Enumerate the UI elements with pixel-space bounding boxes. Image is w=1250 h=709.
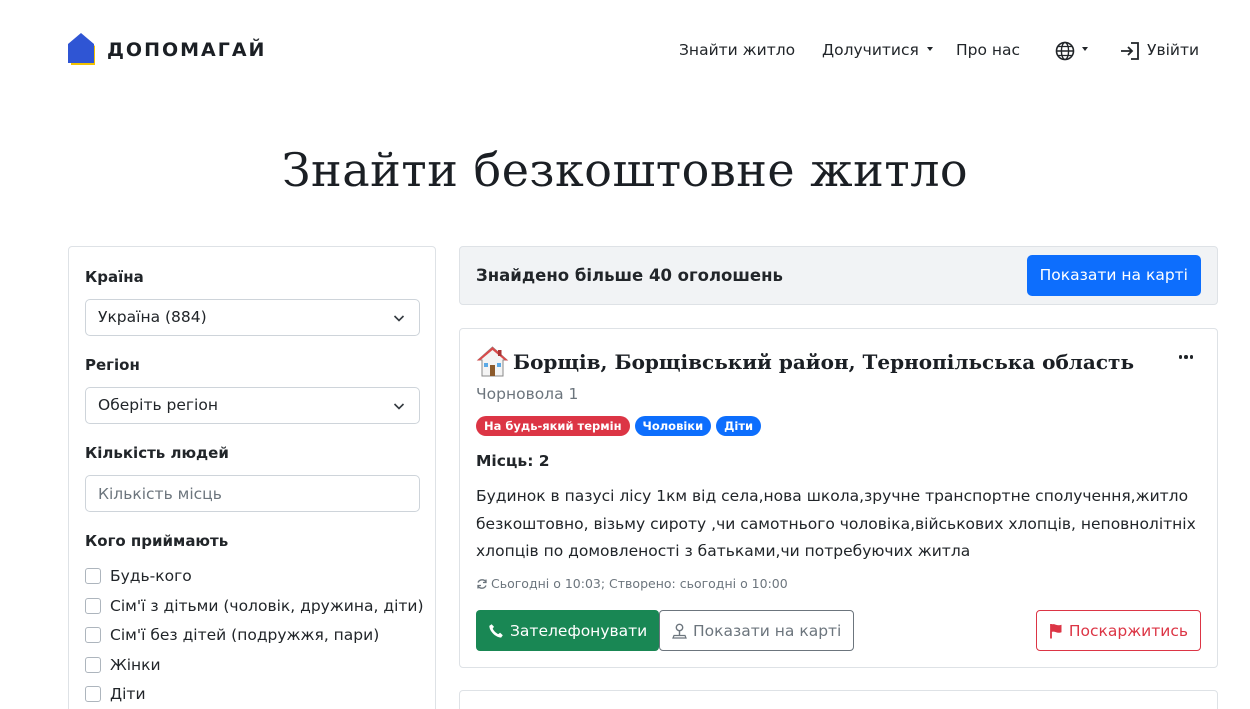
region-select[interactable]: Оберіть регіон bbox=[85, 387, 420, 424]
more-options-icon[interactable] bbox=[1178, 355, 1193, 359]
listing-timestamps: Сьогодні о 10:03; Створено: сьогодні о 1… bbox=[476, 576, 788, 591]
listing-show-on-map-button[interactable]: Показати на карті bbox=[659, 610, 855, 651]
listing-meta-text: Сьогодні о 10:03; Створено: сьогодні о 1… bbox=[491, 576, 788, 591]
listing-title[interactable]: Борщів, Борщівський район, Тернопільська… bbox=[476, 345, 1134, 378]
logo[interactable]: ДОПОМАГАЙ bbox=[68, 33, 266, 67]
page-title: Знайти безкоштовне житло bbox=[281, 143, 969, 197]
listing-card: Борщів, Борщівський район, Тернопільська… bbox=[459, 328, 1218, 668]
badge-term: На будь-який термін bbox=[476, 416, 630, 436]
login-icon bbox=[1121, 41, 1139, 60]
badge-children: Діти bbox=[716, 416, 762, 436]
country-label: Країна bbox=[85, 268, 144, 286]
region-select-value: Оберіть регіон bbox=[98, 396, 218, 414]
nav-about[interactable]: Про нас bbox=[956, 40, 1020, 60]
region-label: Регіон bbox=[85, 356, 140, 374]
listing-address: Чорновола 1 bbox=[476, 385, 579, 403]
badge-men: Чоловіки bbox=[634, 416, 712, 436]
accept-option-anyone[interactable]: Будь-кого bbox=[85, 567, 192, 585]
filters-panel: Країна Україна (884) Регіон Оберіть регі… bbox=[68, 246, 436, 709]
listing-map-label: Показати на карті bbox=[693, 621, 842, 640]
login-link[interactable]: Увійти bbox=[1120, 40, 1199, 61]
chevron-down-icon bbox=[393, 403, 405, 410]
accept-option-label: Сім'ї без дітей (подружжя, пари) bbox=[110, 626, 380, 644]
logo-house-icon bbox=[68, 33, 95, 65]
accept-option-families-children[interactable]: Сім'ї з дітьми (чоловік, дружина, діти) bbox=[85, 597, 424, 615]
map-pin-icon bbox=[672, 623, 687, 639]
logo-text: ДОПОМАГАЙ bbox=[107, 39, 267, 61]
nav-join[interactable]: Долучитися bbox=[822, 40, 933, 60]
checkbox[interactable] bbox=[85, 627, 101, 643]
phone-icon bbox=[489, 623, 503, 638]
accept-option-label: Будь-кого bbox=[110, 567, 192, 585]
listing-badges: На будь-який термін Чоловіки Діти bbox=[476, 416, 762, 436]
listing-title-text: Борщів, Борщівський район, Тернопільська… bbox=[513, 349, 1135, 374]
nav-find-housing[interactable]: Знайти житло bbox=[679, 40, 795, 60]
language-switcher[interactable] bbox=[1055, 40, 1088, 61]
country-select[interactable]: Україна (884) bbox=[85, 299, 420, 336]
checkbox[interactable] bbox=[85, 657, 101, 673]
checkbox[interactable] bbox=[85, 598, 101, 614]
site-header: ДОПОМАГАЙ Знайти житло Долучитися Про на… bbox=[0, 0, 1250, 100]
globe-icon bbox=[1055, 41, 1075, 60]
chevron-down-icon bbox=[1082, 46, 1088, 51]
listing-places: Місць: 2 bbox=[476, 452, 550, 470]
chevron-down-icon bbox=[926, 46, 933, 51]
call-button-label: Зателефонувати bbox=[510, 621, 648, 640]
results-count: Знайдено більше 40 оголошень bbox=[476, 266, 783, 285]
report-button-label: Поскаржитись bbox=[1068, 621, 1188, 640]
accept-option-families-no-children[interactable]: Сім'ї без дітей (подружжя, пари) bbox=[85, 626, 379, 644]
login-label: Увійти bbox=[1147, 41, 1200, 59]
accept-option-children[interactable]: Діти bbox=[85, 685, 146, 703]
people-count-input[interactable] bbox=[85, 475, 420, 512]
accept-option-label: Жінки bbox=[110, 656, 161, 674]
refresh-icon bbox=[477, 578, 487, 589]
show-on-map-button[interactable]: Показати на карті bbox=[1026, 255, 1201, 296]
house-icon bbox=[476, 346, 509, 377]
flag-icon bbox=[1049, 623, 1062, 638]
chevron-down-icon bbox=[393, 315, 405, 322]
country-select-value: Україна (884) bbox=[98, 308, 207, 326]
checkbox[interactable] bbox=[85, 686, 101, 702]
results-header: Знайдено більше 40 оголошень Показати на… bbox=[459, 246, 1218, 305]
call-button[interactable]: Зателефонувати bbox=[476, 610, 660, 651]
people-label: Кількість людей bbox=[85, 444, 229, 462]
report-button[interactable]: Поскаржитись bbox=[1035, 610, 1201, 651]
accept-option-women[interactable]: Жінки bbox=[85, 656, 161, 674]
checkbox[interactable] bbox=[85, 568, 101, 584]
accept-option-label: Діти bbox=[110, 685, 146, 703]
listing-card-next bbox=[459, 690, 1218, 709]
accept-label: Кого приймають bbox=[85, 532, 229, 550]
accept-option-label: Сім'ї з дітьми (чоловік, дружина, діти) bbox=[110, 597, 424, 615]
nav-join-label: Долучитися bbox=[822, 41, 919, 59]
listing-description: Будинок в пазусі лісу 1км від села,нова … bbox=[476, 487, 1196, 560]
